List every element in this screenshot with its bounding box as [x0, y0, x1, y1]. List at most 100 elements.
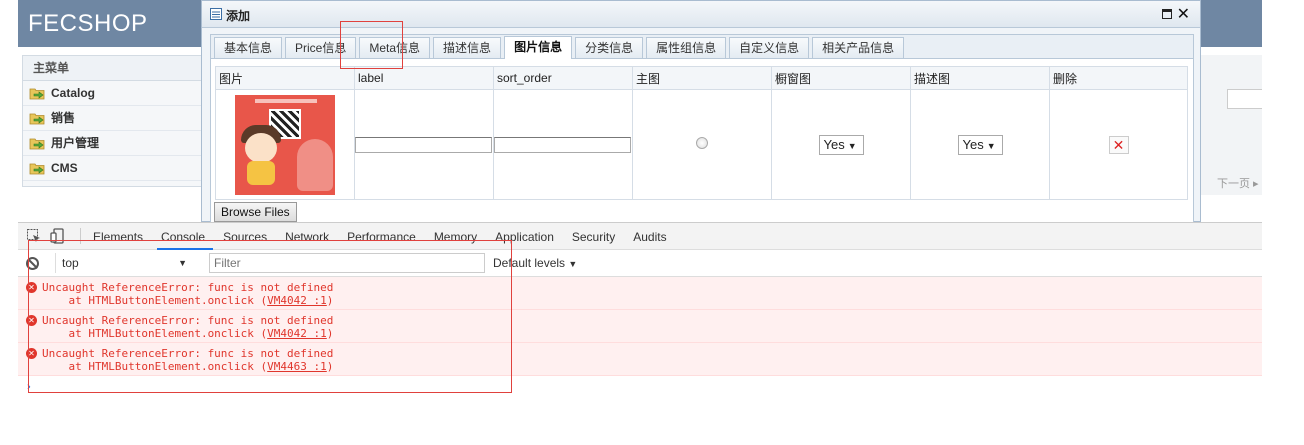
main-image-radio[interactable]: [696, 137, 708, 149]
clear-console-icon[interactable]: [26, 256, 39, 270]
app-logo[interactable]: FECSHOP: [28, 10, 148, 38]
column-header: label: [354, 66, 494, 90]
delete-icon: ✕: [1112, 136, 1125, 153]
tab-8[interactable]: 相关产品信息: [812, 37, 905, 58]
error-icon: ✕: [26, 315, 37, 326]
devtools-tab-application[interactable]: Application: [495, 223, 554, 250]
tab-5[interactable]: 分类信息: [575, 37, 644, 58]
product-image[interactable]: [235, 94, 335, 195]
devtools-tab-audits[interactable]: Audits: [633, 223, 666, 250]
log-levels-label: Default levels: [493, 256, 566, 270]
stack-prefix: at HTMLButtonElement.onclick (: [42, 294, 268, 307]
stack-suffix: ): [326, 327, 334, 340]
tab-1[interactable]: Price信息: [285, 37, 357, 58]
sidebar-item-3[interactable]: CMS: [23, 156, 217, 181]
column-header: 图片: [215, 66, 355, 90]
console-filterbar: top ▼ Default levels ▼: [18, 250, 1262, 277]
sidebar-item-1[interactable]: 销售: [23, 106, 217, 131]
console-filter-input[interactable]: [209, 253, 485, 273]
form-icon: [210, 8, 222, 23]
description-select[interactable]: Yes ▼: [957, 134, 1003, 155]
background-panel: 下一页 ▸ 末: [1198, 55, 1262, 195]
context-select[interactable]: top ▼: [55, 253, 193, 273]
sidebar-item-2[interactable]: 用户管理: [23, 131, 217, 156]
description-value: Yes: [962, 136, 984, 152]
error-message: Uncaught ReferenceError: func is not def…: [42, 347, 334, 360]
sidebar: 主菜单 Catalog 销售用户管理 CMS: [22, 55, 218, 187]
device-toolbar-icon[interactable]: [50, 228, 66, 244]
sidebar-title: 主菜单: [23, 56, 217, 81]
maximize-icon[interactable]: [1162, 9, 1172, 19]
dialog-title: 添加: [226, 9, 251, 23]
column-header: 删除: [1049, 66, 1188, 90]
console-error-row: ✕ Uncaught ReferenceError: func is not de…: [18, 343, 1262, 376]
console-error-row: ✕ Uncaught ReferenceError: func is not de…: [18, 310, 1262, 343]
table-header-row: 图片 label sort_order 主图 橱窗图 描述图 删除: [215, 66, 1188, 90]
label-input[interactable]: [355, 136, 492, 153]
error-message: Uncaught ReferenceError: func is not def…: [42, 314, 334, 327]
main-image-cell: [632, 89, 772, 200]
chevron-down-icon: ▼: [986, 140, 996, 151]
console-prompt[interactable]: ›: [27, 381, 31, 393]
stack-prefix: at HTMLButtonElement.onclick (: [42, 360, 268, 373]
console-messages: ✕ Uncaught ReferenceError: func is not de…: [18, 277, 1262, 376]
sidebar-item-label: 用户管理: [51, 136, 100, 150]
source-link[interactable]: VM4042 :1: [267, 327, 327, 340]
tab-7[interactable]: 自定义信息: [729, 37, 810, 58]
chevron-down-icon: ▼: [178, 258, 187, 268]
image-table: 图片 label sort_order 主图 橱窗图 描述图 删除 Yes ▼ …: [215, 66, 1188, 200]
label-cell: [354, 89, 494, 200]
sort-order-input[interactable]: [494, 136, 631, 153]
error-stack: at HTMLButtonElement.onclick (VM4463 :1): [42, 360, 333, 373]
tab-2[interactable]: Meta信息: [359, 37, 431, 58]
folder-arrow-icon: [29, 161, 45, 175]
error-icon: ✕: [26, 282, 37, 293]
chevron-down-icon: ▼: [847, 140, 857, 151]
log-levels-dropdown[interactable]: Default levels ▼: [493, 256, 577, 270]
tab-4[interactable]: 图片信息: [504, 36, 573, 59]
error-stack: at HTMLButtonElement.onclick (VM4042 :1): [42, 327, 333, 340]
devtools-tab-memory[interactable]: Memory: [434, 223, 477, 250]
image-cell: [215, 89, 355, 200]
showcase-select[interactable]: Yes ▼: [818, 134, 864, 155]
dialog-header[interactable]: 添加 ✕: [202, 1, 1200, 28]
sort-order-cell: [493, 89, 633, 200]
source-link[interactable]: VM4042 :1: [267, 294, 327, 307]
sidebar-item-label: 销售: [51, 111, 76, 125]
add-dialog: 添加 ✕ 基本信息 Price信息 Meta信息 描述信息 图片信息 分类信息 属性组信息自…: [201, 0, 1201, 223]
dialog-tabbar: 基本信息 Price信息 Meta信息 描述信息 图片信息 分类信息 属性组信息 自定义信息相…: [211, 35, 1193, 59]
context-value: top: [62, 256, 79, 270]
error-icon: ✕: [26, 348, 37, 359]
devtools-tab-console[interactable]: Console: [157, 223, 214, 250]
delete-button[interactable]: ✕: [1108, 135, 1129, 154]
sidebar-item-0[interactable]: Catalog: [23, 81, 217, 106]
browse-files-button[interactable]: Browse Files: [214, 202, 297, 222]
showcase-cell: Yes ▼: [771, 89, 911, 200]
stack-suffix: ): [326, 360, 334, 373]
devtools-tab-performance[interactable]: Performance: [347, 223, 416, 250]
folder-arrow-icon: [29, 136, 45, 150]
source-link[interactable]: VM4463 :1: [267, 360, 327, 373]
inspect-element-icon[interactable]: [26, 228, 42, 244]
close-icon[interactable]: ✕: [1177, 4, 1190, 24]
table-row: Yes ▼ Yes ▼ ✕: [215, 89, 1188, 200]
devtools-tab-security[interactable]: Security: [572, 223, 615, 250]
devtools-tab-network[interactable]: Network: [285, 223, 329, 250]
tab-3[interactable]: 描述信息: [433, 37, 502, 58]
tab-6[interactable]: 属性组信息: [646, 37, 727, 58]
background-pager[interactable]: 下一页 ▸ 末: [1217, 175, 1262, 191]
column-header: 主图: [632, 66, 772, 90]
stage: FECSHOP 主菜单 Catalog 销售用户管理 CMS 下一页 ▸ 末 添加 …: [18, 0, 1262, 445]
stack-prefix: at HTMLButtonElement.onclick (: [42, 327, 268, 340]
toolbar-divider: [80, 228, 81, 244]
sidebar-item-label: Catalog: [51, 86, 96, 100]
chevron-down-icon: ▼: [568, 259, 578, 269]
devtools-tab-sources[interactable]: Sources: [223, 223, 267, 250]
description-image-cell: Yes ▼: [910, 89, 1050, 200]
devtools-tab-elements[interactable]: Elements: [93, 223, 143, 250]
folder-arrow-icon: [29, 86, 45, 100]
background-input[interactable]: [1227, 89, 1262, 109]
showcase-value: Yes: [823, 136, 845, 152]
devtools-tabbar: Elements Console Sources Network Performance…: [18, 223, 1262, 250]
tab-0[interactable]: 基本信息: [214, 37, 283, 58]
